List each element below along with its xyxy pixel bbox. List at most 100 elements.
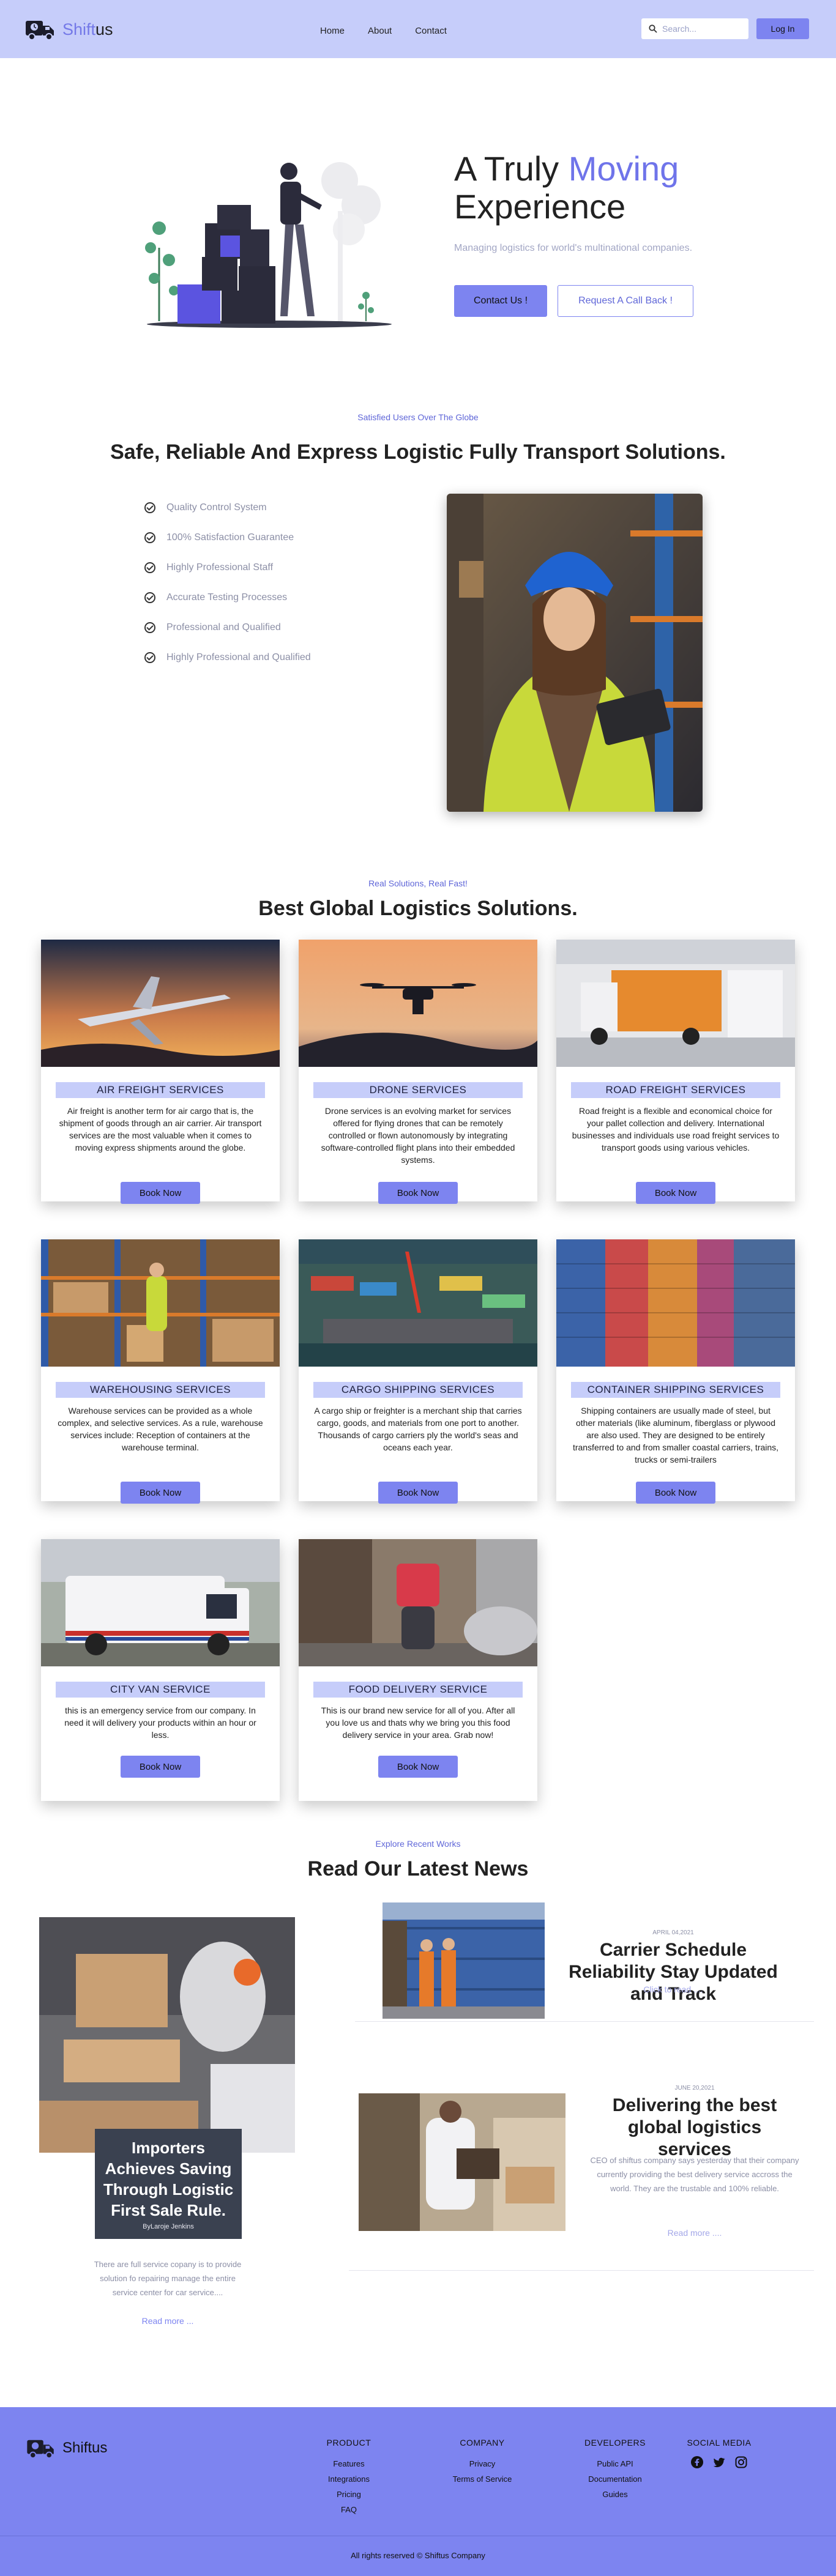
hero-illustration	[145, 162, 392, 328]
warehouse-worker-photo	[447, 494, 703, 812]
news-title: Read Our Latest News	[307, 1857, 529, 1880]
book-now-button[interactable]: Book Now	[121, 1182, 200, 1204]
footer-column-product: PRODUCT Features Integrations Pricing FA…	[315, 2438, 383, 2517]
service-card-title: DRONE SERVICES	[313, 1082, 523, 1098]
service-card-title: FOOD DELIVERY SERVICE	[313, 1682, 523, 1698]
footer-column-heading: DEVELOPERS	[584, 2438, 646, 2448]
featured-news-read-more-link[interactable]: Read more ...	[88, 2316, 247, 2326]
instagram-icon[interactable]	[735, 2456, 747, 2468]
service-card-food-delivery: FOOD DELIVERY SERVICE This is our brand …	[299, 1539, 537, 1801]
footer-column-heading: COMPANY	[460, 2438, 505, 2448]
news-card-read-link[interactable]: Click to read ....	[563, 1984, 783, 1994]
service-card-title: WAREHOUSING SERVICES	[56, 1382, 265, 1398]
footer-link-faq[interactable]: FAQ	[315, 2502, 383, 2517]
check-circle-icon	[144, 502, 155, 513]
warehouse-photo	[41, 1239, 280, 1367]
food-courier-photo	[299, 1539, 537, 1666]
feature-label: Highly Professional Staff	[166, 562, 274, 573]
services-eyebrow: Real Solutions, Real Fast!	[368, 878, 468, 888]
twitter-icon[interactable]	[713, 2456, 725, 2468]
footer-brand-logo[interactable]: Shiftus	[26, 2438, 107, 2459]
facebook-icon[interactable]	[691, 2456, 703, 2468]
service-card-drone: DRONE SERVICES Drone services is an evol…	[299, 940, 537, 1204]
hero-title-post: Experience	[454, 187, 626, 226]
delivery-truck-icon	[26, 21, 54, 40]
social-links	[679, 2456, 759, 2468]
footer-column-social: SOCIAL MEDIA	[679, 2438, 759, 2468]
nav-contact-link[interactable]: Contact	[415, 26, 447, 36]
service-card-description: this is an emergency service from our co…	[64, 1706, 256, 1740]
feature-item: Professional and Qualified	[144, 612, 311, 642]
footer-link-features[interactable]: Features	[315, 2456, 383, 2471]
hero-title-accent: Moving	[568, 149, 679, 188]
news-card-title[interactable]: Delivering the best global logistics ser…	[594, 2095, 796, 2161]
check-circle-icon	[144, 622, 155, 633]
featured-news-caption: Importers Achieves Saving Through Logist…	[95, 2129, 242, 2239]
service-card-title: AIR FREIGHT SERVICES	[56, 1082, 265, 1098]
book-now-button[interactable]: Book Now	[121, 1482, 200, 1504]
footer-link-public-api[interactable]: Public API	[575, 2456, 655, 2471]
service-card-description: Shipping containers are usually made of …	[572, 1406, 779, 1464]
nav-home-link[interactable]: Home	[320, 26, 345, 36]
book-now-button[interactable]: Book Now	[121, 1756, 200, 1778]
main-nav: Home About Contact	[320, 26, 447, 36]
login-button[interactable]: Log In	[756, 18, 809, 39]
news-card-photo	[359, 2093, 565, 2231]
service-card-cargo-shipping: CARGO SHIPPING SERVICES A cargo ship or …	[299, 1239, 537, 1504]
search-input[interactable]	[662, 24, 742, 34]
footer-column-developers: DEVELOPERS Public API Documentation Guid…	[575, 2438, 655, 2502]
book-now-button[interactable]: Book Now	[378, 1756, 458, 1778]
book-now-button[interactable]: Book Now	[378, 1182, 458, 1204]
footer-column-heading: PRODUCT	[326, 2438, 371, 2448]
featured-news-excerpt: There are full service copany is to prov…	[94, 2260, 242, 2297]
book-now-button[interactable]: Book Now	[378, 1482, 458, 1504]
footer-link-guides[interactable]: Guides	[575, 2487, 655, 2502]
footer-link-privacy[interactable]: Privacy	[446, 2456, 519, 2471]
cargo-ship-photo	[299, 1239, 537, 1367]
brand-name-accent: Shift	[62, 20, 96, 39]
brand-name: Shiftus	[62, 20, 113, 39]
nav-about-link[interactable]: About	[368, 26, 392, 36]
feature-label: Quality Control System	[166, 502, 267, 513]
request-callback-button[interactable]: Request A Call Back !	[558, 285, 693, 317]
footer-link-terms[interactable]: Terms of Service	[446, 2471, 519, 2487]
hero-subtitle: Managing logistics for world's multinati…	[454, 243, 693, 253]
service-card-title: CITY VAN SERVICE	[56, 1682, 265, 1698]
news-card-title[interactable]: Carrier Schedule Reliability Stay Update…	[563, 1939, 783, 2005]
containers-photo	[556, 1239, 795, 1367]
footer-link-pricing[interactable]: Pricing	[315, 2487, 383, 2502]
news-card: APRIL 04,2021 Carrier Schedule Reliabili…	[355, 1902, 814, 2022]
footer-link-documentation[interactable]: Documentation	[575, 2471, 655, 2487]
news-card-body: CEO of shiftus company says yesterday th…	[590, 2156, 799, 2193]
drone-photo	[299, 940, 537, 1067]
contact-us-button[interactable]: Contact Us !	[454, 285, 547, 317]
copyright-text: All rights reserved © Shiftus Company	[351, 2551, 485, 2560]
brand-logo[interactable]: Shiftus	[24, 18, 113, 40]
book-now-button[interactable]: Book Now	[636, 1482, 715, 1504]
service-card-title: CARGO SHIPPING SERVICES	[313, 1382, 523, 1398]
news-card-date: JUNE 20,2021	[674, 2085, 715, 2092]
service-card-description: Drone services is an evolving market for…	[321, 1106, 515, 1165]
news-card-read-link[interactable]: Read more ....	[594, 2228, 796, 2238]
delivery-truck-icon	[27, 2440, 54, 2459]
book-now-button[interactable]: Book Now	[636, 1182, 715, 1204]
service-card-description: This is our brand new service for all of…	[321, 1706, 515, 1740]
footer-brand-name: Shiftus	[62, 2440, 108, 2456]
search-box	[641, 18, 748, 39]
service-card-title: CONTAINER SHIPPING SERVICES	[571, 1382, 780, 1398]
feature-item: 100% Satisfaction Guarantee	[144, 522, 311, 552]
hero-title-pre: A Truly	[454, 149, 569, 188]
service-card-road-freight: ROAD FREIGHT SERVICES Road freight is a …	[556, 940, 795, 1204]
featured-news-photo	[39, 1917, 295, 2153]
feature-label: Professional and Qualified	[166, 622, 281, 633]
service-card-description: A cargo ship or freighter is a merchant …	[314, 1406, 522, 1452]
features-title: Safe, Reliable And Express Logistic Full…	[110, 440, 726, 464]
check-circle-icon	[144, 532, 155, 543]
feature-list: Quality Control System 100% Satisfaction…	[144, 492, 311, 672]
service-card-city-van: CITY VAN SERVICE this is an emergency se…	[41, 1539, 280, 1801]
footer-link-integrations[interactable]: Integrations	[315, 2471, 383, 2487]
feature-item: Highly Professional Staff	[144, 552, 311, 582]
mail-van-photo	[41, 1539, 280, 1666]
featured-news-title[interactable]: Importers Achieves Saving Through Logist…	[95, 2137, 242, 2221]
footer-column-company: COMPANY Privacy Terms of Service	[446, 2438, 519, 2487]
